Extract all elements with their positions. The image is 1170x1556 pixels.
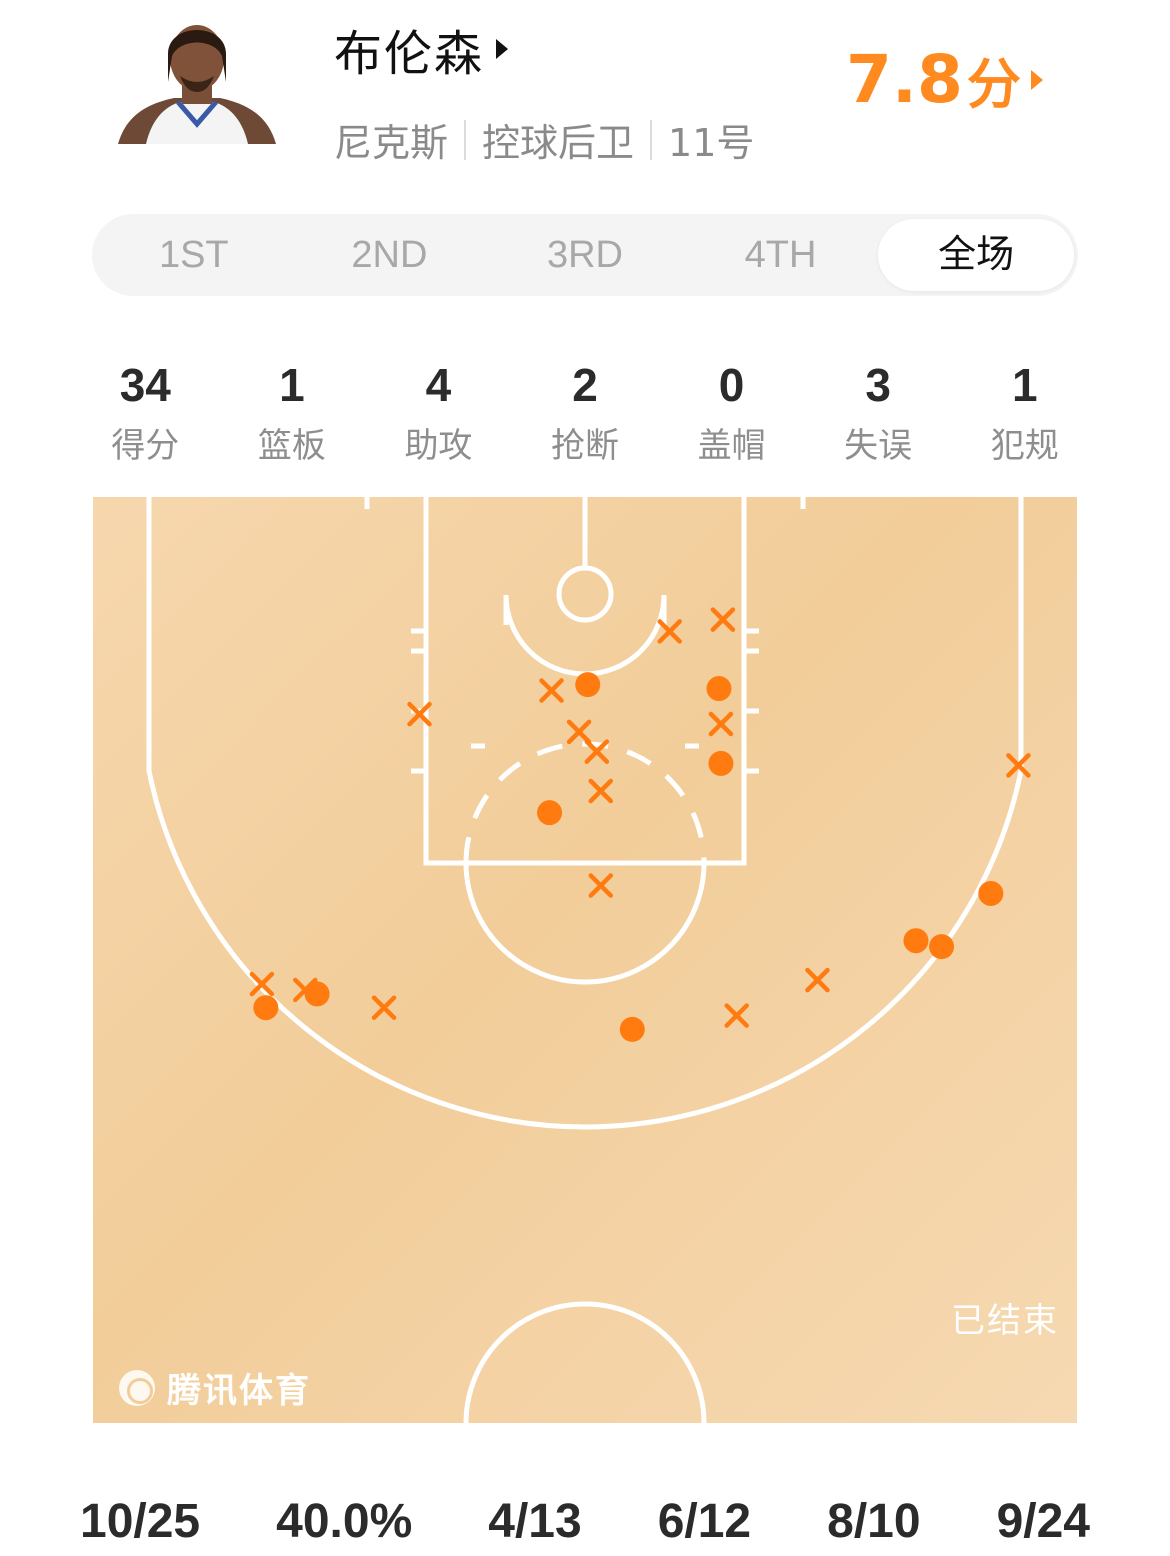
made-shot-marker (706, 676, 732, 702)
stat-label: 犯规 (990, 426, 1059, 466)
bottom-stat: 4/13 (488, 1495, 582, 1548)
divider (464, 119, 467, 160)
bottom-stat: 8/10 (827, 1495, 921, 1548)
tencent-sports-logo-icon (119, 1369, 155, 1406)
stat-fouls: 1 犯规 (951, 356, 1098, 467)
rating-unit: 分 (966, 53, 1021, 116)
bottom-stat: 9/24 (996, 1495, 1090, 1548)
missed-shot-marker (724, 1003, 749, 1028)
chevron-right-icon (496, 39, 509, 59)
player-meta: 尼克斯 控球后卫 11号 (334, 112, 754, 167)
missed-shot-marker (657, 619, 682, 644)
stat-value: 2 (572, 359, 598, 411)
bottom-stat: 6/12 (657, 1495, 752, 1548)
team-name: 尼克斯 (334, 121, 449, 165)
tab-full-game[interactable]: 全场 (878, 219, 1074, 291)
made-shot-marker (619, 1016, 645, 1042)
stat-steals: 2 抢断 (512, 356, 659, 467)
stat-points: 34 得分 (72, 356, 219, 467)
stat-row: 34 得分 1 篮板 4 助攻 2 抢断 0 盖帽 3 失误 1 犯规 (72, 356, 1098, 467)
stat-blocks: 0 盖帽 (658, 356, 805, 467)
game-status: 已结束 (951, 1301, 1059, 1341)
stat-label: 抢断 (551, 426, 620, 466)
tab-2nd[interactable]: 2ND (292, 219, 488, 291)
quarter-tabs: 1ST 2ND 3RD 4TH 全场 (92, 214, 1078, 296)
made-shot-marker (903, 928, 929, 954)
bottom-stat: 10/25 (80, 1495, 201, 1548)
stat-rebounds: 1 篮板 (219, 356, 366, 467)
chevron-right-icon (1030, 69, 1043, 90)
watermark-text: 腾讯体育 (167, 1371, 311, 1411)
stat-value: 1 (279, 359, 305, 411)
made-shot-marker (929, 934, 955, 960)
watermark: 腾讯体育 (119, 1363, 311, 1412)
court-lines (146, 497, 1031, 1423)
tab-4th[interactable]: 4TH (683, 219, 879, 291)
stat-label: 盖帽 (697, 426, 766, 466)
rating-link[interactable]: 7.8 分 (846, 40, 1043, 119)
player-avatar (118, 12, 276, 144)
missed-shot-marker (805, 967, 830, 993)
made-shot-marker (708, 750, 734, 776)
stat-label: 篮板 (257, 426, 326, 466)
stat-value: 3 (865, 359, 891, 411)
shot-chart-court: 已结束 腾讯体育 (93, 497, 1077, 1423)
missed-shot-marker (588, 873, 614, 898)
stat-label: 失误 (844, 426, 913, 466)
player-position: 控球后卫 (482, 121, 635, 165)
stat-value: 4 (425, 359, 452, 411)
stat-value: 1 (1011, 359, 1038, 411)
missed-shot-marker (588, 778, 614, 804)
tab-3rd[interactable]: 3RD (487, 219, 683, 291)
missed-shot-marker (371, 995, 397, 1020)
shots-layer (249, 607, 1031, 1042)
stat-label: 助攻 (404, 426, 473, 466)
divider (650, 119, 653, 160)
missed-shot-marker (708, 711, 734, 737)
rating-value: 7.8 (846, 41, 963, 118)
made-shot-marker (253, 995, 279, 1021)
bottom-stat-row: 10/25 40.0% 4/13 6/12 8/10 9/24 (80, 1494, 1090, 1549)
player-name-link[interactable]: 布伦森 (334, 14, 509, 84)
player-name: 布伦森 (334, 26, 485, 82)
stat-value: 0 (718, 359, 745, 411)
missed-shot-marker (539, 678, 564, 703)
made-shot-marker (575, 672, 601, 698)
jersey-number: 11号 (668, 121, 755, 165)
stat-assists: 4 助攻 (365, 356, 512, 467)
tab-1st[interactable]: 1ST (96, 219, 292, 291)
stat-label: 得分 (111, 426, 180, 466)
made-shot-marker (537, 800, 563, 826)
stat-turnovers: 3 失误 (805, 356, 952, 467)
made-shot-marker (978, 880, 1004, 906)
missed-shot-marker (710, 607, 736, 632)
stat-value: 34 (119, 359, 171, 411)
bottom-stat: 40.0% (276, 1495, 413, 1548)
missed-shot-marker (566, 719, 592, 745)
